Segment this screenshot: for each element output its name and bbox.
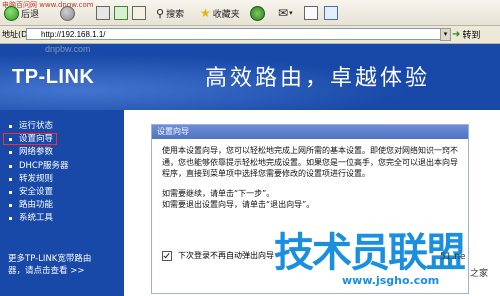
corner-watermark-1: 51.ne <box>440 252 466 262</box>
media-icon <box>250 5 265 21</box>
corner-watermark-2: 之家 <box>470 269 489 279</box>
edit-icon <box>324 6 338 20</box>
bullet-icon <box>9 190 12 194</box>
forward-arrow-icon <box>60 5 75 21</box>
print-button[interactable] <box>304 4 318 22</box>
more-line-1: 更多TP-LINK宽带路由 <box>8 254 92 264</box>
auto-popup-checkbox-label: 下次登录不再自动弹出向导 <box>178 251 274 260</box>
sidebar-item[interactable]: 路由功能 <box>0 199 120 212</box>
bullet-icon <box>9 204 12 208</box>
router-header: dnpbw.com TP-LINK 高效路由，卓越体验 <box>0 44 500 110</box>
search-button[interactable]: ⚲ 搜索 <box>156 4 184 22</box>
sidebar-item[interactable]: 系统工具 <box>0 212 120 225</box>
wizard-body: 使用本设置向导，您可以轻松地完成上网所需的基本设置。即使您对网络知识一窍不通，您… <box>152 139 468 211</box>
sidebar: 运行状态设置向导 网络参数 DHCP服务器 转发规则安全设置路由功能系统工具 更多TP… <box>0 110 127 296</box>
home-icon <box>132 6 146 20</box>
bullet-icon <box>9 151 12 155</box>
brand-watermark: 技术员联盟 <box>273 229 467 277</box>
home-button[interactable] <box>132 4 146 22</box>
forward-button[interactable] <box>60 4 75 22</box>
sidebar-item-label: 网络参数 <box>19 147 54 158</box>
go-arrow-icon: ➜ <box>452 28 461 40</box>
wizard-intro-text: 使用本设置向导，您可以轻松地完成上网所需的基本设置。即使您对网络知识一窍不通，您… <box>162 146 458 178</box>
sidebar-item[interactable]: 安全设置 <box>0 186 120 199</box>
refresh-icon <box>114 6 128 20</box>
sidebar-item-label: 安全设置 <box>19 186 54 197</box>
star-icon: ★ <box>200 6 211 20</box>
faded-watermark: dnpbw.com <box>45 44 91 54</box>
search-label: 搜索 <box>166 9 185 20</box>
sidebar-item[interactable]: 设置向导 <box>0 133 120 146</box>
sidebar-menu: 运行状态设置向导 网络参数 DHCP服务器 转发规则安全设置路由功能系统工具 <box>0 120 120 226</box>
chevron-down-icon: ▾ <box>289 9 293 17</box>
brand-watermark-url: www.jsgho.com <box>342 274 440 287</box>
wizard-continue-text: 如需要继续，请单击“下一步”。 <box>162 188 275 198</box>
auto-popup-checkbox[interactable] <box>162 250 172 261</box>
more-line-2: 器，请点击查看 >> <box>8 266 85 276</box>
stop-button[interactable] <box>96 4 110 22</box>
edit-button[interactable] <box>324 4 338 22</box>
sidebar-item-label: 路由功能 <box>19 200 54 211</box>
back-button[interactable]: 后退 <box>4 4 39 22</box>
address-bar: 地址(D) http://192.168.1.1/ ▾ ➜ 转到 <box>0 26 500 44</box>
sidebar-item[interactable]: DHCP服务器 <box>0 160 120 173</box>
refresh-button[interactable] <box>114 4 128 22</box>
back-arrow-icon <box>4 5 19 21</box>
favorites-button[interactable]: ★ 收藏夹 <box>200 4 240 22</box>
url-dropdown-icon[interactable]: ▾ <box>440 28 451 41</box>
auto-popup-checkbox-row[interactable]: 下次登录不再自动弹出向导 <box>162 250 274 261</box>
wizard-exit-text: 如需要退出设置向导，请单击“退出向导”。 <box>162 200 315 209</box>
stop-icon <box>96 6 110 20</box>
sidebar-item[interactable]: 运行状态 <box>0 120 120 133</box>
sidebar-item-label: 转发规则 <box>19 173 54 184</box>
sidebar-item-label: DHCP服务器 <box>19 160 69 171</box>
media-button[interactable] <box>250 4 265 22</box>
sidebar-item[interactable]: 转发规则 <box>0 173 120 186</box>
selection-highlight <box>3 133 57 146</box>
slogan: 高效路由，卓越体验 <box>205 66 431 91</box>
favorites-label: 收藏夹 <box>212 9 240 20</box>
go-button[interactable]: ➜ 转到 <box>452 28 481 41</box>
sidebar-item-label: 运行状态 <box>19 121 54 131</box>
bullet-icon <box>9 217 12 221</box>
mail-icon: ✉ <box>278 6 289 20</box>
search-icon: ⚲ <box>156 6 165 20</box>
sidebar-item[interactable]: 网络参数 <box>0 146 120 159</box>
print-icon <box>304 6 318 20</box>
bullet-icon <box>9 177 12 181</box>
wizard-title: 设置向导 <box>152 125 468 139</box>
bullet-icon <box>9 164 12 168</box>
go-label: 转到 <box>462 30 481 41</box>
url-text: http://192.168.1.1/ <box>41 30 106 39</box>
sidebar-item-label: 系统工具 <box>19 213 54 224</box>
bullet-icon <box>9 125 12 128</box>
mail-button[interactable]: ✉ ▾ <box>278 4 293 22</box>
more-products-link[interactable]: 更多TP-LINK宽带路由 器，请点击查看 >> <box>8 253 120 277</box>
tp-link-logo: TP-LINK <box>12 66 95 88</box>
url-input[interactable]: http://192.168.1.1/ <box>26 28 446 40</box>
back-label: 后退 <box>21 9 40 20</box>
browser-toolbar: 电脑百问网 www.dnqw.com 后退 ⚲ 搜索 ★ 收藏夹 ✉ ▾ <box>0 0 500 26</box>
